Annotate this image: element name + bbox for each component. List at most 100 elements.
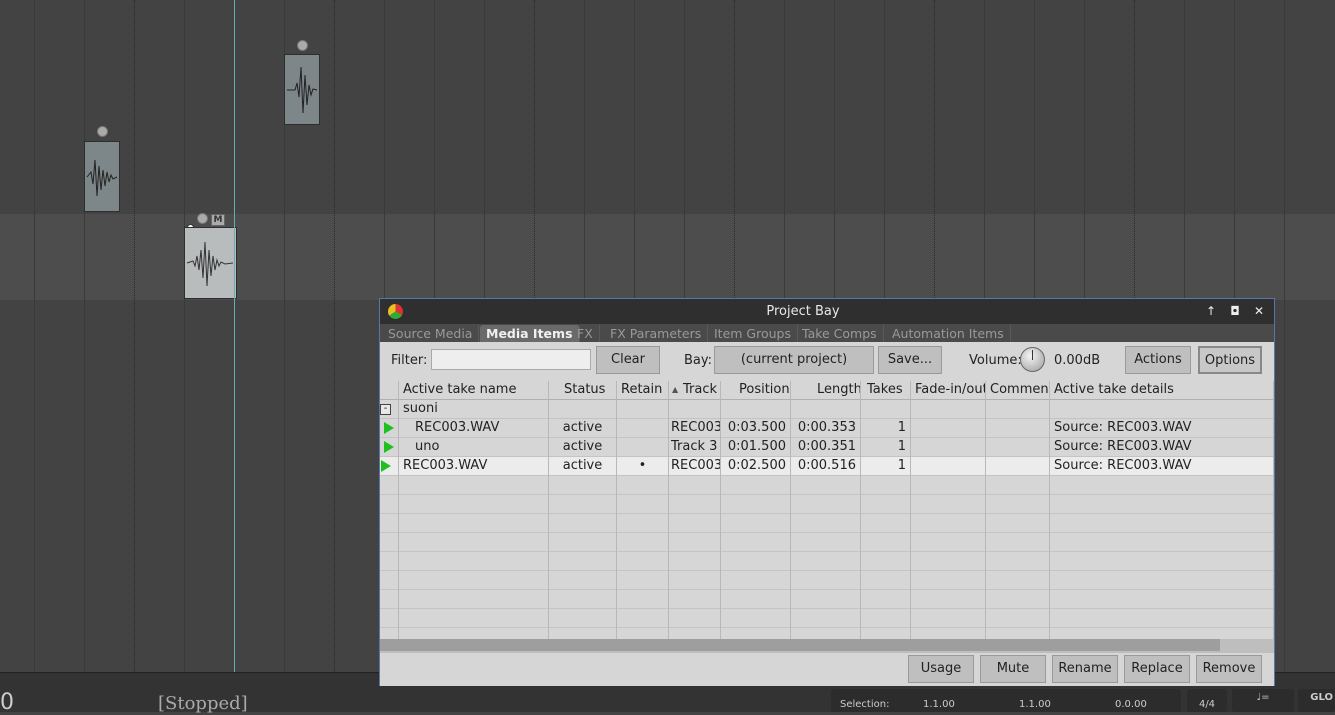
column-header-takes[interactable]: Takes — [861, 381, 911, 400]
bay-selector[interactable]: (current project) — [714, 346, 874, 374]
volume-knob[interactable] — [1020, 347, 1045, 372]
item-mute-badge[interactable]: M — [211, 214, 225, 226]
horizontal-scrollbar[interactable] — [380, 639, 1274, 653]
usage-button[interactable]: Usage — [908, 655, 974, 683]
column-header-status[interactable]: Status — [549, 381, 617, 400]
cell-empty — [380, 628, 399, 639]
cell-empty — [911, 590, 986, 609]
cell-fade — [911, 457, 986, 476]
scrollbar-thumb[interactable] — [380, 639, 1220, 651]
column-header-comment[interactable]: Comment — [986, 381, 1050, 400]
grid-line — [184, 0, 185, 672]
column-header-retain[interactable]: Retain — [617, 381, 669, 400]
column-header-length[interactable]: Length — [791, 381, 861, 400]
cell-play[interactable] — [380, 457, 399, 476]
actions-button[interactable]: Actions — [1125, 346, 1191, 374]
media-item-selected[interactable] — [184, 227, 237, 299]
sort-ascending-icon: ▲ — [672, 385, 679, 394]
column-header-details[interactable]: Active take details — [1050, 381, 1274, 400]
cell-status: active — [549, 419, 617, 438]
cell-empty — [791, 552, 861, 571]
time-display: 0 — [0, 690, 14, 715]
global-toggle[interactable]: GLO — [1298, 689, 1335, 712]
waveform-icon — [186, 241, 234, 287]
tab-fx-parameters[interactable]: FX Parameters — [604, 325, 709, 342]
cell-empty — [911, 628, 986, 639]
table-row[interactable]: REC003.WAV active REC003 0:03.500 0:00.3… — [380, 419, 1274, 438]
cell-play[interactable] — [380, 419, 399, 438]
item-envelope-knob[interactable] — [97, 126, 108, 137]
item-envelope-knob[interactable] — [197, 213, 208, 224]
cell-empty — [1050, 609, 1274, 628]
save-button[interactable]: Save... — [878, 346, 942, 374]
cell-empty — [861, 571, 911, 590]
empty-row — [380, 514, 1274, 533]
cell-empty — [861, 533, 911, 552]
tab-media-items[interactable]: Media Items — [480, 325, 580, 342]
cell-empty — [617, 590, 669, 609]
tab-item-groups[interactable]: Item Groups — [708, 325, 798, 342]
cell-empty — [861, 628, 911, 639]
options-button[interactable]: Options — [1198, 346, 1262, 374]
grid-line — [134, 0, 135, 672]
cell-retain[interactable]: • — [617, 457, 669, 476]
column-header-fade[interactable]: Fade-in/out — [911, 381, 986, 400]
play-state-label: [Stopped] — [158, 693, 248, 714]
cell-empty — [791, 400, 861, 419]
global-label: GLO — [1310, 692, 1333, 703]
maximize-icon[interactable]: ◘ — [1228, 304, 1242, 318]
column-header-name[interactable]: Active take name — [399, 381, 549, 400]
clear-button[interactable]: Clear — [596, 346, 660, 374]
cell-expander[interactable]: - — [380, 400, 399, 419]
column-header-track[interactable]: ▲ Track — [669, 381, 721, 400]
cell-length: 0:00.351 — [791, 438, 861, 457]
selection-display[interactable]: Selection: 1.1.00 1.1.00 0.0.00 — [831, 689, 1181, 712]
media-item[interactable] — [284, 54, 320, 125]
item-envelope-knob[interactable] — [297, 40, 308, 51]
column-header-position[interactable]: Position — [721, 381, 791, 400]
cell-empty — [986, 590, 1050, 609]
tab-automation-items[interactable]: Automation Items — [886, 325, 1011, 342]
cell-play[interactable] — [380, 438, 399, 457]
cell-empty — [549, 533, 617, 552]
table-row[interactable]: uno active Track 3 0:01.500 0:00.351 1 S… — [380, 438, 1274, 457]
tab-take-comps[interactable]: Take Comps — [796, 325, 884, 342]
cell-retain[interactable] — [617, 438, 669, 457]
collapse-icon[interactable]: - — [380, 404, 391, 415]
time-signature[interactable]: 4/4 — [1187, 689, 1227, 712]
cell-empty — [1050, 495, 1274, 514]
table-row-selected[interactable]: REC003.WAV active • REC003 0:02.500 0:00… — [380, 457, 1274, 476]
grid-line — [84, 0, 85, 672]
cell-comment[interactable] — [986, 419, 1050, 438]
tab-fx[interactable]: FX — [571, 325, 600, 342]
empty-row — [380, 495, 1274, 514]
tempo-display[interactable]: ♩= — [1232, 689, 1294, 712]
mute-button[interactable]: Mute — [980, 655, 1046, 683]
cell-empty — [861, 590, 911, 609]
media-item[interactable] — [84, 141, 120, 212]
cell-empty — [791, 571, 861, 590]
cell-comment[interactable] — [986, 438, 1050, 457]
cell-details: Source: REC003.WAV — [1050, 419, 1274, 438]
play-icon[interactable] — [381, 460, 391, 472]
pin-up-icon[interactable]: ↑ — [1204, 304, 1218, 318]
media-items-table[interactable]: Active take name Status Retain ▲ Track P… — [380, 381, 1274, 639]
play-icon[interactable] — [384, 441, 394, 453]
close-icon[interactable]: ✕ — [1252, 304, 1266, 318]
cell-name: uno — [399, 438, 549, 457]
replace-button[interactable]: Replace — [1124, 655, 1190, 683]
cell-empty — [380, 609, 399, 628]
filter-input[interactable] — [431, 349, 591, 370]
window-titlebar[interactable]: Project Bay ↑ ◘ ✕ — [380, 299, 1274, 324]
tab-source-media[interactable]: Source Media — [382, 325, 480, 342]
cell-status: active — [549, 457, 617, 476]
cell-comment[interactable] — [986, 457, 1050, 476]
cell-empty — [669, 628, 721, 639]
group-row[interactable]: - suoni — [380, 400, 1274, 419]
cell-retain[interactable] — [617, 419, 669, 438]
play-icon[interactable] — [384, 422, 394, 434]
cell-empty — [617, 628, 669, 639]
cell-empty — [617, 552, 669, 571]
remove-button[interactable]: Remove — [1196, 655, 1262, 683]
rename-button[interactable]: Rename — [1052, 655, 1118, 683]
